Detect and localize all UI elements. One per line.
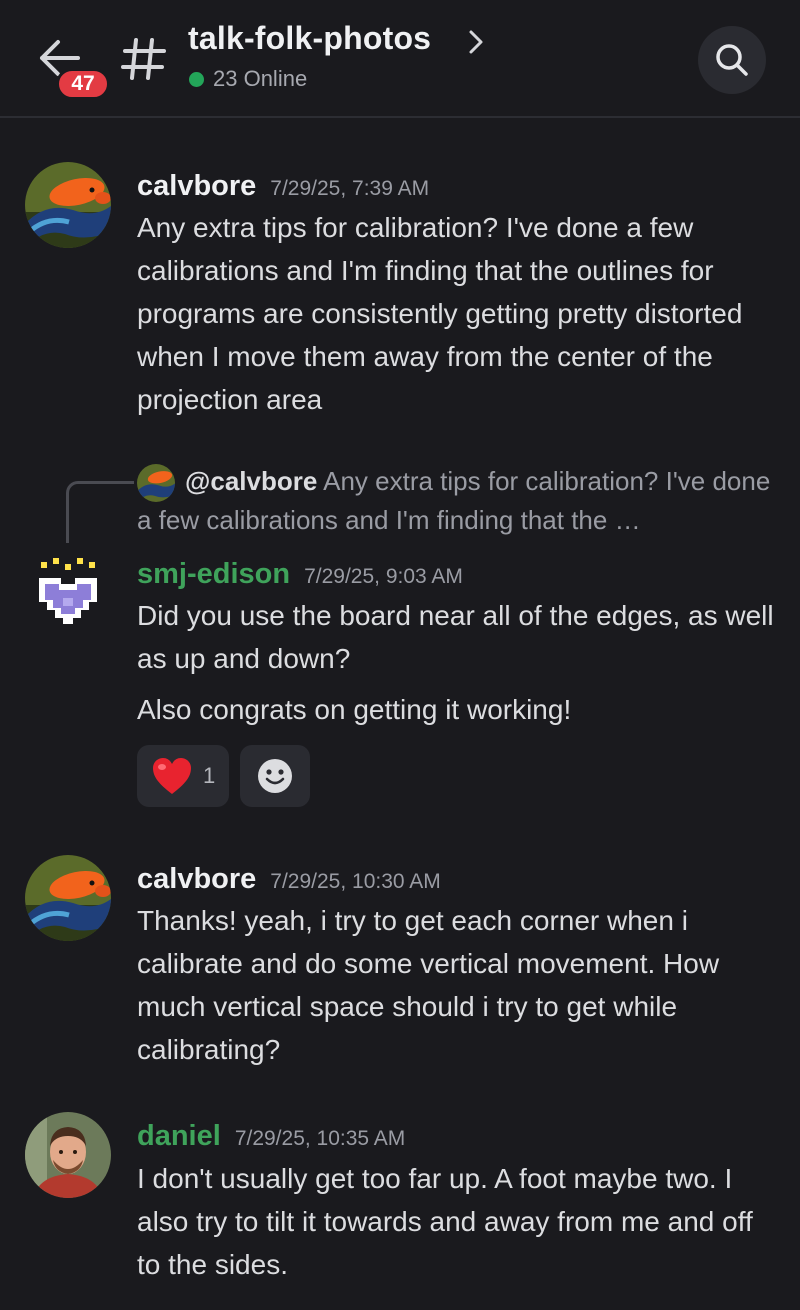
author-name[interactable]: daniel — [137, 1120, 221, 1152]
reply-connector — [66, 481, 134, 543]
online-status-dot — [189, 72, 204, 87]
search-icon — [716, 44, 748, 76]
message-header: daniel 7/29/25, 10:35 AM — [137, 1120, 405, 1153]
message-text: Did you use the board near all of the ed… — [137, 600, 774, 674]
channel-title[interactable]: talk-folk-photos — [188, 20, 431, 57]
avatar[interactable] — [25, 855, 111, 941]
pixel-heart-avatar-image — [25, 552, 111, 638]
heart-emoji-icon — [153, 758, 191, 794]
reaction-heart[interactable]: 1 — [137, 745, 229, 807]
add-reaction-button[interactable] — [240, 745, 310, 807]
online-count: 23 Online — [213, 66, 308, 91]
snake-avatar-image — [25, 162, 111, 248]
reaction-count: 1 — [203, 763, 216, 788]
search-button[interactable] — [698, 26, 766, 94]
message-text: Thanks! yeah, i try to get each corner w… — [137, 905, 720, 1065]
timestamp: 7/29/25, 10:35 AM — [234, 1127, 406, 1150]
author-name[interactable]: calvbore — [137, 863, 256, 895]
message-header: smj-edison 7/29/25, 9:03 AM — [137, 558, 463, 591]
unread-badge: 47 — [56, 68, 110, 100]
hash-icon — [121, 38, 166, 80]
person-avatar-image — [25, 1112, 111, 1198]
message-text: Any extra tips for calibration? I've don… — [137, 212, 743, 415]
message-header: calvbore 7/29/25, 10:30 AM — [137, 863, 441, 896]
author-name[interactable]: calvbore — [137, 170, 256, 202]
author-name[interactable]: smj-edison — [137, 558, 290, 590]
avatar[interactable] — [25, 1112, 111, 1198]
message-header: calvbore 7/29/25, 7:39 AM — [137, 170, 429, 203]
avatar[interactable] — [25, 552, 111, 638]
reply-mention[interactable]: @calvbore — [185, 466, 317, 496]
timestamp: 7/29/25, 7:39 AM — [270, 177, 430, 200]
chevron-right-icon[interactable] — [466, 28, 486, 56]
message-text: Also congrats on getting it working! — [137, 694, 572, 725]
smiley-icon — [258, 759, 292, 793]
avatar[interactable] — [25, 162, 111, 248]
reply-preview[interactable]: @calvbore Any extra tips for calibration… — [137, 462, 777, 540]
message-text: I don't usually get too far up. A foot m… — [137, 1163, 753, 1280]
timestamp: 7/29/25, 10:30 AM — [270, 870, 441, 893]
channel-header: 47 talk-folk-photos 23 Online — [0, 0, 800, 118]
snake-avatar-image — [25, 855, 111, 941]
timestamp: 7/29/25, 9:03 AM — [304, 565, 463, 588]
